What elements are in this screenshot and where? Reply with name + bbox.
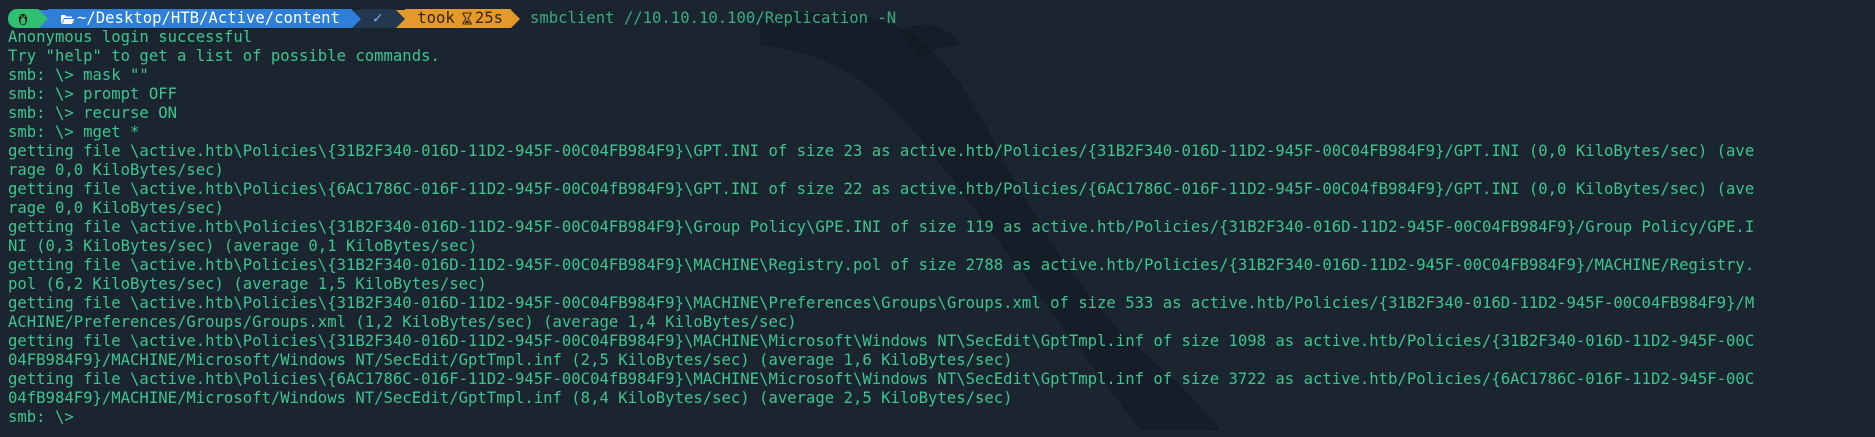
took-time: 25s <box>474 9 503 27</box>
output-line: getting file \active.htb\Policies\{31B2F… <box>8 142 1755 160</box>
terminal-window[interactable]: ~/Desktop/HTB/Active/content ✓ took 25s … <box>0 0 1875 437</box>
prompt-cwd: ~/Desktop/HTB/Active/content <box>77 9 340 27</box>
output-line: getting file \active.htb\Policies\{31B2F… <box>8 256 1755 274</box>
prompt-separator <box>39 9 48 28</box>
prompt-os-segment <box>8 9 39 28</box>
output-line: NI (0,3 KiloBytes/sec) (average 0,1 Kilo… <box>8 237 478 255</box>
folder-open-icon <box>61 14 75 24</box>
prompt-dir-segment: ~/Desktop/HTB/Active/content <box>48 9 352 28</box>
output-line: Try "help" to get a list of possible com… <box>8 47 440 65</box>
output-line: smb: \> mget * <box>8 123 140 141</box>
linux-penguin-icon <box>18 13 28 25</box>
output-line: smb: \> mask "" <box>8 66 149 84</box>
output-line: rage 0,0 KiloBytes/sec) <box>8 199 224 217</box>
smb-prompt-line[interactable]: smb: \> <box>8 408 1875 427</box>
output-line: getting file \active.htb\Policies\{31B2F… <box>8 294 1755 312</box>
output-line: ACHINE/Preferences/Groups/Groups.xml (1,… <box>8 313 797 331</box>
prompt-status-segment: ✓ <box>360 9 397 28</box>
output-line: getting file \active.htb\Policies\{31B2F… <box>8 332 1755 350</box>
output-line: smb: \> recurse ON <box>8 104 177 122</box>
output-line: getting file \active.htb\Policies\{31B2F… <box>8 218 1755 236</box>
took-label: took <box>417 9 455 27</box>
output-line: pol (6,2 KiloBytes/sec) (average 1,5 Kil… <box>8 275 487 293</box>
output-line: 04FB984F9}/MACHINE/Microsoft/Windows NT/… <box>8 351 1013 369</box>
prompt-duration-segment: took 25s <box>405 9 511 28</box>
hourglass-icon <box>462 12 472 25</box>
prompt-separator <box>511 9 520 28</box>
exit-status-check: ✓ <box>372 9 383 27</box>
prompt-separator <box>396 9 406 28</box>
entered-command: smbclient //10.10.10.100/Replication -N <box>530 9 897 27</box>
prompt-separator <box>351 9 361 28</box>
output-line: smb: \> prompt OFF <box>8 85 177 103</box>
output-line: rage 0,0 KiloBytes/sec) <box>8 161 224 179</box>
output-line: Anonymous login successful <box>8 28 253 46</box>
output-line: 04fB984F9}/MACHINE/Microsoft/Windows NT/… <box>8 389 1013 407</box>
output-line: getting file \active.htb\Policies\{6AC17… <box>8 370 1755 388</box>
terminal-output: Anonymous login successful Try "help" to… <box>8 28 1875 427</box>
shell-prompt: ~/Desktop/HTB/Active/content ✓ took 25s … <box>8 9 1875 28</box>
output-line: getting file \active.htb\Policies\{6AC17… <box>8 180 1755 198</box>
